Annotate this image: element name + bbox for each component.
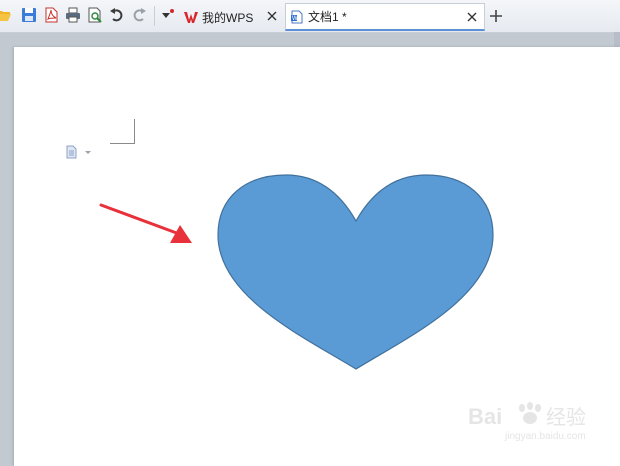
tab-document-1[interactable]: W 文档1 * [285,3,485,31]
save-icon[interactable] [21,7,37,23]
print-preview-icon[interactable] [87,7,103,23]
baidu-logo-icon: Bai 经验 [468,402,586,429]
print-icon[interactable] [65,7,81,23]
baidu-jingyan-watermark: Bai 经验 jingyan.baidu.com [468,400,608,466]
svg-text:经验: 经验 [546,405,586,429]
heart-shape[interactable] [217,174,494,370]
close-icon[interactable] [466,11,478,23]
tab-label: 文档1 * [308,10,347,24]
plus-icon [490,10,502,22]
close-icon[interactable] [266,10,278,22]
export-pdf-icon[interactable] [43,7,59,23]
title-toolbar: 我的WPS W 文档1 * [0,0,620,33]
redo-icon[interactable] [131,7,147,23]
open-folder-icon[interactable] [0,7,12,23]
wps-logo-icon [184,12,198,23]
toolbar-divider [154,6,155,26]
tab-label: 我的WPS [202,10,254,25]
customize-toolbar-icon[interactable] [160,7,176,23]
watermark-url: jingyan.baidu.com [505,431,586,442]
tab-my-wps[interactable]: 我的WPS [180,3,284,31]
svg-text:Bai: Bai [468,404,502,429]
undo-icon[interactable] [109,7,125,23]
svg-text:W: W [292,16,298,22]
document-icon: W [291,10,303,23]
new-tab-button[interactable] [488,8,504,24]
red-arrow-annotation [99,203,192,243]
